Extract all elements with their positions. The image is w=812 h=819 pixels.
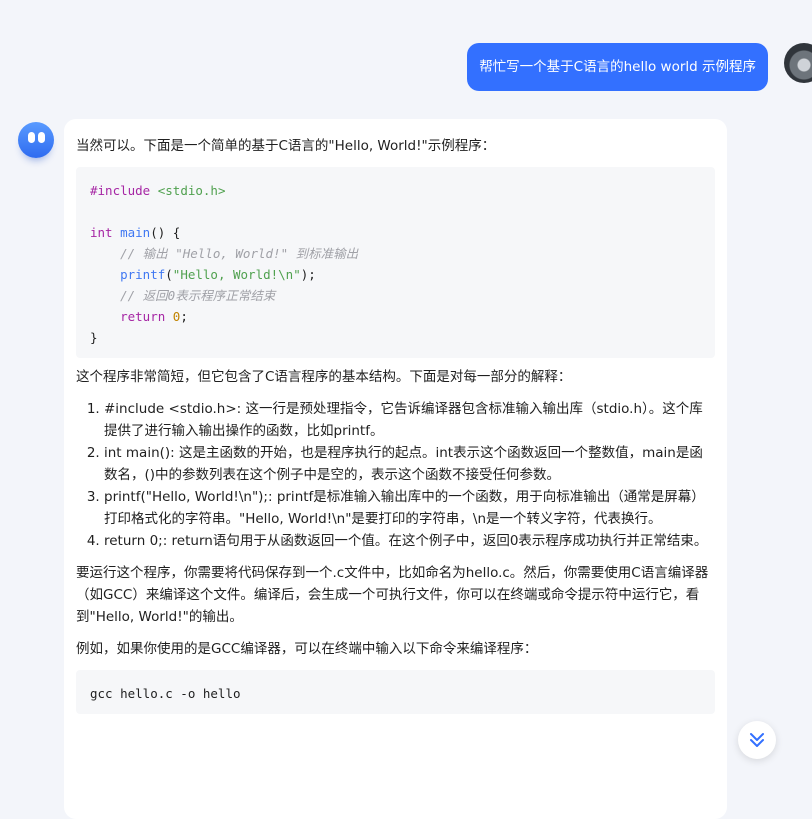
reply-structure-paragraph: 这个程序非常简短，但它包含了C语言程序的基本结构。下面是对每一部分的解释： <box>76 369 572 385</box>
code-preprocessor: #include <box>90 183 151 198</box>
user-message-bubble: 帮忙写一个基于C语言的hello world 示例程序 <box>467 43 768 91</box>
code-main-parens: () { <box>150 225 181 240</box>
code-string-hello: "Hello, World!\n" <box>172 267 301 282</box>
double-chevron-down-icon <box>750 733 764 747</box>
list-item: printf("Hello, World!\n");: printf是标准输入输… <box>104 486 715 530</box>
reply-example-paragraph: 例如，如果你使用的是GCC编译器，可以在终端中输入以下命令来编译程序： <box>76 641 538 657</box>
code-semicolon: ; <box>180 309 188 324</box>
code-comment-output: // 输出 "Hello, World!" 到标准输出 <box>90 246 359 261</box>
code-block-shell[interactable]: gcc hello.c -o hello <box>76 670 715 714</box>
assistant-message-card: 当然可以。下面是一个简单的基于C语言的"Hello, World!"示例程序： … <box>64 119 727 819</box>
list-item: return 0;: return语句用于从函数返回一个值。在这个例子中，返回0… <box>104 530 715 552</box>
bot-eye-left <box>28 132 35 143</box>
bot-eye-right <box>38 132 45 143</box>
bot-avatar <box>18 122 54 158</box>
code-block-c[interactable]: #include <stdio.h> int main() { // 输出 "H… <box>76 167 715 358</box>
code-paren-close: ); <box>300 267 316 282</box>
code-comment-return: // 返回0表示程序正常结束 <box>90 288 276 303</box>
list-item: int main(): 这是主函数的开始，也是程序执行的起点。int表示这个函数… <box>104 442 715 486</box>
code-closing-brace: } <box>90 330 98 345</box>
reply-run-paragraph: 要运行这个程序，你需要将代码保存到一个.c文件中，比如命名为hello.c。然后… <box>76 565 709 625</box>
code-function-printf: printf <box>90 267 166 282</box>
code-function-main: main <box>112 225 151 240</box>
code-keyword-return: return <box>90 309 166 324</box>
user-message-row: 帮忙写一个基于C语言的hello world 示例程序 <box>467 43 812 91</box>
reply-intro: 当然可以。下面是一个简单的基于C语言的"Hello, World!"示例程序： <box>76 138 496 154</box>
list-item: #include <stdio.h>: 这一行是预处理指令，它告诉编译器包含标准… <box>104 398 715 442</box>
shell-command: gcc hello.c -o hello <box>90 686 241 701</box>
scroll-to-bottom-button[interactable] <box>738 721 776 759</box>
user-avatar[interactable] <box>784 43 812 83</box>
assistant-message-content: 当然可以。下面是一个简单的基于C语言的"Hello, World!"示例程序： … <box>64 119 727 714</box>
code-include-file: <stdio.h> <box>150 183 226 198</box>
code-keyword-int: int <box>90 225 113 240</box>
code-paren-open: ( <box>165 267 173 282</box>
explanation-list: #include <stdio.h>: 这一行是预处理指令，它告诉编译器包含标准… <box>76 398 715 552</box>
